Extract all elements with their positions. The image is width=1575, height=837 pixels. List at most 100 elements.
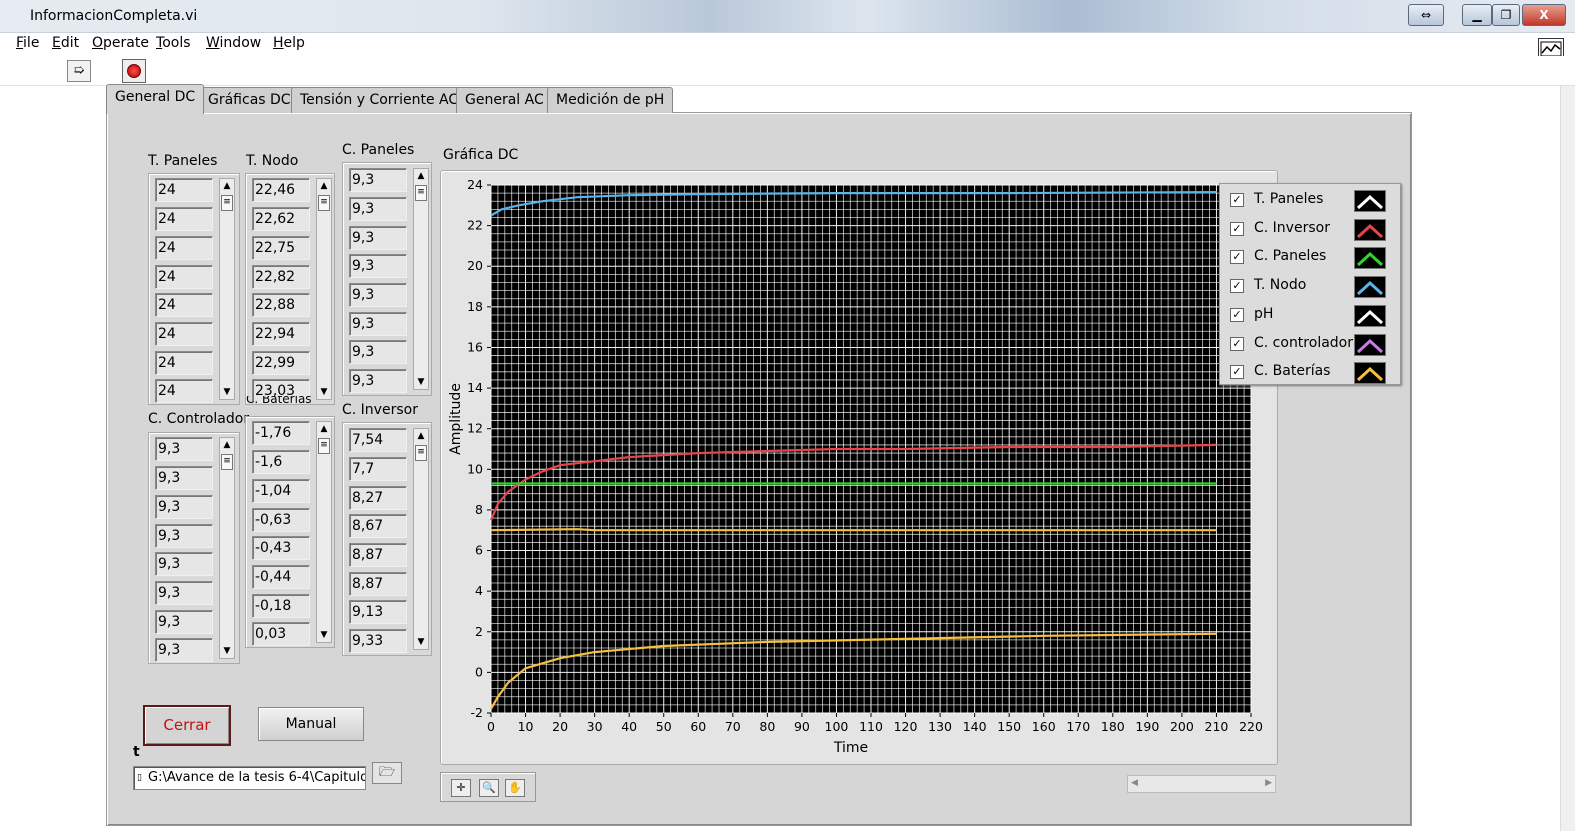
- legend-item[interactable]: ✓ T. Paneles: [1230, 188, 1396, 212]
- run-arrow-icon[interactable]: ➯: [67, 60, 91, 82]
- minimize-button[interactable]: ▁: [1462, 4, 1492, 26]
- array-cell: -0,18: [252, 594, 310, 618]
- graph-plot[interactable]: 0 10 20 30 40 50 60 70 80 90 100 110 120 130 140 150 160…: [440, 170, 1278, 765]
- legend-checkbox[interactable]: ✓: [1230, 221, 1244, 236]
- legend-item[interactable]: ✓ C. controlador: [1230, 332, 1396, 356]
- manual-button[interactable]: Manual: [258, 707, 364, 741]
- menu-window[interactable]: Window: [206, 35, 261, 51]
- scroll-thumb-icon[interactable]: ≡: [318, 438, 330, 454]
- t-nodo-scrollbar[interactable]: ▲ ≡ ▼: [316, 178, 332, 400]
- menu-edit[interactable]: Edit: [52, 35, 79, 51]
- scroll-left-icon[interactable]: ◀: [1131, 778, 1138, 788]
- array-cell: 22,94: [252, 322, 310, 346]
- scroll-up-icon[interactable]: ▲: [317, 422, 331, 436]
- legend-checkbox[interactable]: ✓: [1230, 250, 1244, 265]
- array-cell: 9,3: [155, 495, 213, 519]
- scroll-down-icon[interactable]: ▼: [220, 385, 234, 399]
- zoom-icon[interactable]: 🔍: [479, 779, 499, 797]
- y-tick-label: 18: [467, 299, 483, 314]
- scroll-right-icon[interactable]: ▶: [1265, 778, 1272, 788]
- x-tick-label: 80: [759, 719, 775, 734]
- array-cell: 9,33: [349, 629, 407, 653]
- array-cell: 8,87: [349, 543, 407, 567]
- menu-tools[interactable]: Tools: [156, 35, 191, 51]
- legend-checkbox[interactable]: ✓: [1230, 193, 1244, 207]
- c-controlador-scrollbar[interactable]: ▲ ≡ ▼: [219, 437, 235, 659]
- array-cell: 9,3: [349, 340, 407, 364]
- scroll-thumb-icon[interactable]: ≡: [221, 454, 233, 470]
- legend-checkbox[interactable]: ✓: [1230, 336, 1244, 351]
- scroll-up-icon[interactable]: ▲: [220, 179, 234, 193]
- cerrar-button[interactable]: Cerrar: [143, 705, 231, 746]
- scroll-thumb-icon[interactable]: ≡: [221, 195, 233, 211]
- legend-item[interactable]: ✓ C. Inversor: [1230, 217, 1396, 241]
- array-cell: -1,76: [252, 421, 310, 445]
- legend-swatch[interactable]: [1354, 304, 1386, 327]
- scroll-down-icon[interactable]: ▼: [414, 635, 428, 649]
- legend-swatch[interactable]: [1354, 362, 1386, 385]
- menu-help[interactable]: Help: [273, 35, 305, 51]
- pan-hand-icon[interactable]: ✋: [505, 779, 525, 797]
- scroll-down-icon[interactable]: ▼: [317, 385, 331, 399]
- t-paneles-label: T. Paneles: [148, 153, 218, 169]
- scroll-thumb-icon[interactable]: ≡: [318, 195, 330, 211]
- c-baterias-scrollbar[interactable]: ▲ ≡ ▼: [316, 421, 332, 643]
- legend-checkbox[interactable]: ✓: [1230, 365, 1244, 380]
- legend-swatch[interactable]: [1354, 218, 1386, 241]
- scroll-thumb-icon[interactable]: ≡: [415, 185, 427, 201]
- graph-horizontal-scrollbar[interactable]: ◀ ▶: [1127, 775, 1276, 793]
- legend-item[interactable]: ✓ C. Paneles: [1230, 245, 1396, 270]
- x-tick-label: 60: [690, 719, 706, 734]
- legend-swatch[interactable]: [1354, 190, 1386, 212]
- menu-file[interactable]: File: [16, 35, 39, 51]
- path-value: G:\Avance de la tesis 6-4\Capitulo: [148, 770, 366, 785]
- menu-operate[interactable]: Operate: [92, 35, 149, 51]
- scroll-down-icon[interactable]: ▼: [220, 644, 234, 658]
- legend-item[interactable]: ✓ T. Nodo: [1230, 274, 1396, 299]
- legend-swatch[interactable]: [1354, 276, 1386, 299]
- scroll-thumb-icon[interactable]: ≡: [415, 445, 427, 461]
- tab-general-dc[interactable]: General DC: [106, 84, 205, 114]
- folder-icon[interactable]: 🗁: [372, 762, 402, 784]
- tab-general-ac[interactable]: General AC: [456, 87, 553, 113]
- array-cell: 0,03: [252, 622, 310, 646]
- path-field[interactable]: ▯ G:\Avance de la tesis 6-4\Capitulo: [133, 766, 366, 790]
- x-tick-label: 140: [963, 719, 987, 734]
- scroll-down-icon[interactable]: ▼: [317, 628, 331, 642]
- close-window-button[interactable]: X: [1522, 4, 1566, 26]
- legend-label: pH: [1254, 305, 1274, 322]
- array-cell: 9,3: [155, 552, 213, 576]
- legend-item[interactable]: ✓ pH: [1230, 303, 1396, 327]
- c-paneles-scrollbar[interactable]: ▲ ≡ ▼: [413, 168, 429, 390]
- restore-arrows-button[interactable]: ⇔: [1408, 4, 1444, 26]
- t-paneles-scrollbar[interactable]: ▲ ≡ ▼: [219, 178, 235, 400]
- scroll-up-icon[interactable]: ▲: [317, 179, 331, 193]
- maximize-button[interactable]: ❐: [1492, 4, 1520, 26]
- cursor-icon[interactable]: ✛: [451, 779, 471, 797]
- scroll-up-icon[interactable]: ▲: [414, 429, 428, 443]
- x-tick-label: 210: [1205, 719, 1229, 734]
- x-tick-label: 70: [725, 719, 741, 734]
- scroll-up-icon[interactable]: ▲: [414, 169, 428, 183]
- tab-medicion-ph[interactable]: Medición de pH: [547, 87, 674, 113]
- plot-legend[interactable]: ✓ T. Paneles ✓ C. Inversor ✓ C. Paneles ✓ T. No…: [1219, 183, 1401, 385]
- scroll-up-icon[interactable]: ▲: [220, 438, 234, 452]
- scroll-down-icon[interactable]: ▼: [414, 375, 428, 389]
- array-cell: 9,3: [349, 312, 407, 336]
- legend-item[interactable]: ✓ C. Baterías: [1230, 360, 1396, 385]
- legend-checkbox[interactable]: ✓: [1230, 279, 1244, 294]
- panel-vertical-scrollbar[interactable]: [1560, 86, 1575, 831]
- legend-swatch[interactable]: [1354, 333, 1386, 356]
- x-tick-label: 220: [1239, 719, 1263, 734]
- stop-icon[interactable]: [122, 59, 146, 83]
- y-tick-label: 22: [467, 218, 483, 233]
- legend-label: C. Paneles: [1254, 248, 1327, 265]
- y-tick-label: 24: [467, 177, 483, 192]
- legend-checkbox[interactable]: ✓: [1230, 307, 1244, 322]
- tab-tension-corriente-ac[interactable]: Tensión y Corriente AC: [291, 87, 468, 113]
- c-inversor-scrollbar[interactable]: ▲ ≡ ▼: [413, 428, 429, 650]
- x-tick-label: 180: [1101, 719, 1125, 734]
- tab-graficas-dc[interactable]: Gráficas DC: [199, 87, 300, 113]
- path-label: t: [133, 744, 140, 760]
- legend-swatch[interactable]: [1354, 247, 1386, 270]
